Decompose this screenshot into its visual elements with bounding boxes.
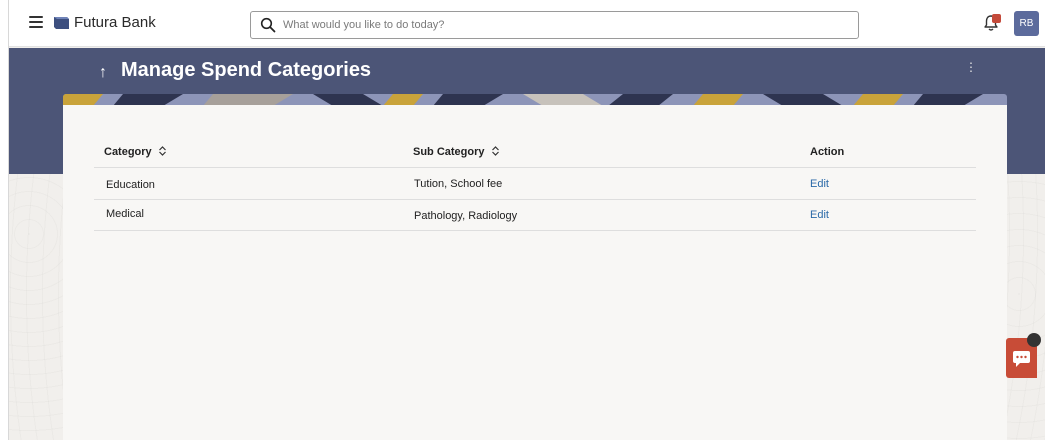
search-icon: [260, 17, 276, 33]
brand-name: Futura Bank: [74, 14, 156, 31]
cell-category: Education: [106, 179, 155, 191]
back-arrow-icon[interactable]: ↑: [99, 64, 107, 82]
column-header-action: Action: [810, 146, 845, 158]
cell-sub-category: Pathology, Radiology: [414, 210, 518, 222]
futura-bank-logo: [54, 17, 69, 29]
column-header-sub-category[interactable]: Sub Category: [413, 146, 500, 158]
edit-link[interactable]: Edit: [810, 209, 829, 221]
notification-badge: [992, 14, 1001, 23]
column-header-category[interactable]: Category: [104, 146, 167, 158]
page-title: Manage Spend Categories: [121, 59, 372, 81]
cell-sub-category: Tution, School fee: [414, 178, 503, 190]
top-bar: Futura Bank RB: [9, 0, 1045, 47]
cell-category: Medical: [106, 208, 144, 220]
app-frame: Futura Bank RB ↑ Manage Spend Categories…: [8, 0, 1045, 440]
row-divider: [94, 199, 976, 200]
header-label: Category: [104, 146, 152, 158]
search-box[interactable]: [250, 11, 859, 39]
header-label: Sub Category: [413, 146, 485, 158]
more-options-icon[interactable]: ⋮: [965, 60, 977, 74]
search-input[interactable]: [283, 16, 843, 34]
row-divider: [94, 230, 976, 231]
content-card: [63, 105, 1007, 440]
chat-indicator-dot: [1027, 333, 1041, 347]
sort-icon[interactable]: [491, 146, 500, 156]
hamburger-menu-icon[interactable]: [29, 16, 43, 28]
sort-icon[interactable]: [158, 146, 167, 156]
header-divider: [94, 167, 976, 168]
avatar[interactable]: RB: [1014, 11, 1039, 36]
edit-link[interactable]: Edit: [810, 178, 829, 190]
